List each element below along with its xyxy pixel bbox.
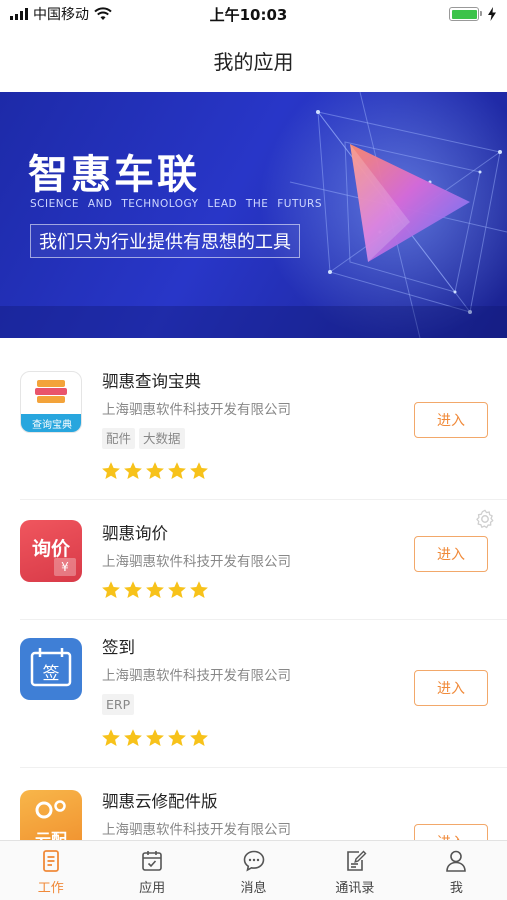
star-icon xyxy=(168,462,186,479)
enter-button[interactable]: 进入 xyxy=(414,670,488,706)
person-icon xyxy=(446,850,467,872)
book-stack-icon[interactable]: 查询宝典 xyxy=(20,371,82,433)
banner-subtitle: SCIENCE AND TECHNOLOGY LEAD THE FUTURS xyxy=(30,198,323,210)
star-icon xyxy=(168,581,186,598)
star-icon xyxy=(102,729,120,746)
page-title: 我的应用 xyxy=(213,49,294,74)
yen-icon: ¥ xyxy=(54,558,76,576)
enter-button[interactable]: 进入 xyxy=(414,402,488,438)
wifi-icon xyxy=(94,7,112,20)
status-right xyxy=(327,7,497,21)
tab-label: 我 xyxy=(449,881,463,896)
tab-messages[interactable]: 消息 xyxy=(203,841,304,900)
settings-gear-icon[interactable] xyxy=(474,508,496,530)
app-company: 上海驷惠软件科技开发有限公司 xyxy=(102,822,291,838)
list-item-app-cloud-repair[interactable]: 云配 驷惠云修配件版 上海驷惠软件科技开发有限公司 进入 xyxy=(0,768,507,840)
app-calendar-icon xyxy=(142,851,162,871)
contacts-edit-icon xyxy=(347,850,367,871)
app-icon-label: 云配 xyxy=(34,830,67,840)
app-company: 上海驷惠软件科技开发有限公司 xyxy=(102,668,291,684)
star-icon xyxy=(190,462,208,479)
star-icon xyxy=(124,581,142,598)
work-doc-icon xyxy=(42,850,59,872)
list-item-app-signin[interactable]: 签 签到 上海驷惠软件科技开发有限公司 ERP 进入 xyxy=(0,620,507,768)
tab-me[interactable]: 我 xyxy=(406,841,507,900)
calendar-sign-icon[interactable]: 签 xyxy=(20,638,82,700)
app-list[interactable]: 查询宝典 驷惠查询宝典 上海驷惠软件科技开发有限公司 配件 大数据 进入 询价 … xyxy=(0,338,507,840)
enter-button[interactable]: 进入 xyxy=(414,824,488,840)
app-tags: 配件 大数据 xyxy=(102,428,185,449)
app-name: 驷惠查询宝典 xyxy=(102,372,201,391)
status-left: 中国移动 xyxy=(10,4,180,24)
app-tag: 大数据 xyxy=(139,428,185,449)
enter-button[interactable]: 进入 xyxy=(414,536,488,572)
battery-icon xyxy=(449,7,482,21)
list-item-app-query[interactable]: 查询宝典 驷惠查询宝典 上海驷惠软件科技开发有限公司 配件 大数据 进入 xyxy=(0,338,507,500)
tab-label: 通讯录 xyxy=(335,881,375,896)
tab-label: 应用 xyxy=(139,881,166,896)
rating-stars xyxy=(101,728,209,748)
status-time: 上午10:03 xyxy=(209,5,288,24)
app-icon-label: 询价 xyxy=(31,538,70,560)
star-icon xyxy=(168,729,186,746)
star-icon xyxy=(190,729,208,746)
app-company: 上海驷惠软件科技开发有限公司 xyxy=(102,402,291,418)
app-icon-label: 签 xyxy=(42,664,60,684)
app-tag: 配件 xyxy=(102,428,136,449)
star-icon xyxy=(102,581,120,598)
star-icon xyxy=(146,462,164,479)
app-name: 驷惠询价 xyxy=(102,524,168,543)
tab-apps[interactable]: 应用 xyxy=(101,841,202,900)
tab-label: 工作 xyxy=(37,881,64,896)
star-icon xyxy=(190,581,208,598)
nav-bar: 我的应用 xyxy=(0,28,507,92)
star-icon xyxy=(102,462,120,479)
app-name: 签到 xyxy=(102,638,135,657)
star-icon xyxy=(146,581,164,598)
gears-icon[interactable]: 云配 xyxy=(20,790,82,840)
banner-graphic xyxy=(0,92,507,338)
app-name: 驷惠云修配件版 xyxy=(102,792,218,811)
charging-bolt-icon xyxy=(488,7,496,21)
promo-banner[interactable]: 智惠车联 SCIENCE AND TECHNOLOGY LEAD THE FUT… xyxy=(0,92,507,338)
star-icon xyxy=(124,729,142,746)
banner-slogan: 我们只为行业提供有思想的工具 xyxy=(30,224,300,258)
chat-bubble-icon xyxy=(243,850,264,872)
star-icon xyxy=(146,729,164,746)
carrier-label: 中国移动 xyxy=(33,7,89,23)
tab-work[interactable]: 工作 xyxy=(0,841,101,900)
app-tags: ERP xyxy=(102,694,135,715)
list-item-app-inquiry[interactable]: 询价 ¥ 驷惠询价 上海驷惠软件科技开发有限公司 进入 xyxy=(0,500,507,620)
rating-stars xyxy=(101,461,209,481)
banner-title: 智惠车联 xyxy=(28,152,200,198)
app-icon-label: 查询宝典 xyxy=(32,420,72,431)
app-tag: ERP xyxy=(102,694,135,715)
inquiry-icon[interactable]: 询价 ¥ xyxy=(20,520,82,582)
star-icon xyxy=(124,462,142,479)
app-company: 上海驷惠软件科技开发有限公司 xyxy=(102,554,291,570)
rating-stars xyxy=(101,580,209,600)
tab-bar: 工作 应用 消息 通讯录 我 xyxy=(0,840,507,900)
signal-icon xyxy=(10,8,28,20)
tab-label: 消息 xyxy=(240,881,267,896)
status-bar: 中国移动 上午10:03 xyxy=(0,0,507,28)
tab-contacts[interactable]: 通讯录 xyxy=(304,841,405,900)
